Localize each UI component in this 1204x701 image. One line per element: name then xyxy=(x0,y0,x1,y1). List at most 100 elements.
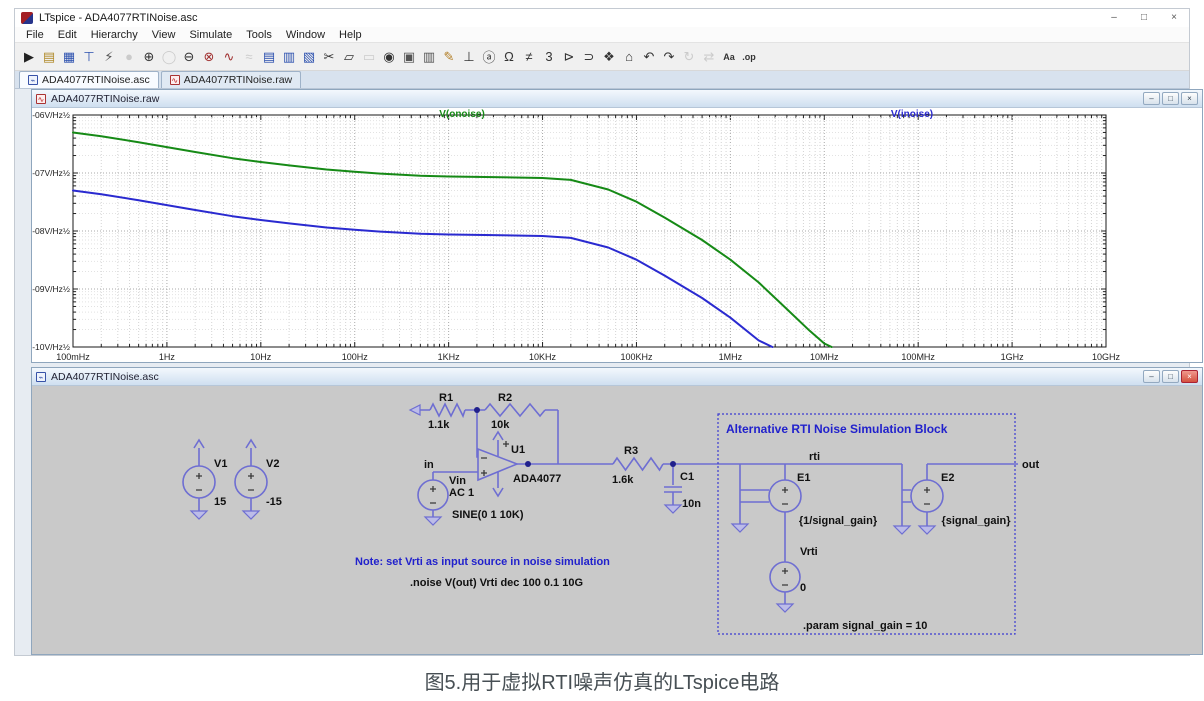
toolbar-zoom-out-button[interactable]: ⊖ xyxy=(179,45,199,68)
x-tick-label: 100MHz xyxy=(901,352,935,362)
net-label-out: out xyxy=(1022,459,1039,471)
toolbar-plot-settings-button[interactable]: ∿ xyxy=(219,45,239,68)
toolbar-tile-vertical-button[interactable]: ▥ xyxy=(279,45,299,68)
v2-name: V2 xyxy=(266,458,279,470)
toolbar-find-button[interactable]: ◉ xyxy=(379,45,399,68)
schematic-canvas[interactable]: V1 15 V2 -15 R1 1.1k R2 10k in Vin AC 1 … xyxy=(32,386,1202,654)
tab-schematic[interactable]: ⌁ ADA4077RTINoise.asc xyxy=(19,71,159,88)
junction-dot xyxy=(474,407,480,413)
toolbar-cut-button[interactable]: ✂ xyxy=(319,45,339,68)
schematic-pane-title: ADA4077RTINoise.asc xyxy=(51,371,159,383)
toolbar-tile-horizontal-button[interactable]: ▤ xyxy=(259,45,279,68)
schematic-drawing: V1 15 V2 -15 R1 1.1k R2 10k in Vin AC 1 … xyxy=(32,386,1202,652)
toolbar-redo-button[interactable]: ↷ xyxy=(659,45,679,68)
toolbar-move-button[interactable]: ❖ xyxy=(599,45,619,68)
noise-plot: 100mHz1Hz10Hz100Hz1KHz10KHz100KHz1MHz10M… xyxy=(32,108,1202,362)
toolbar-resistor-button[interactable]: Ω xyxy=(499,45,519,68)
plot-minimize-button[interactable]: – xyxy=(1143,92,1160,105)
x-tick-label: 10MHz xyxy=(810,352,839,362)
schematic-maximize-button[interactable]: □ xyxy=(1162,370,1179,383)
vrti-value: 0 xyxy=(800,582,806,594)
schematic-minimize-button[interactable]: – xyxy=(1143,370,1160,383)
toolbar-control-panel-button[interactable]: ⊤ xyxy=(79,45,99,68)
menu-view[interactable]: View xyxy=(145,29,183,41)
tab-waveform[interactable]: ∿ ADA4077RTINoise.raw xyxy=(161,71,301,88)
toolbar-text-button[interactable]: Aa xyxy=(719,45,739,68)
toolbar-ground-button[interactable]: ⊥ xyxy=(459,45,479,68)
menu-hierarchy[interactable]: Hierarchy xyxy=(84,29,145,41)
menu-edit[interactable]: Edit xyxy=(51,29,84,41)
schematic-pane-titlebar[interactable]: ⌁ ADA4077RTINoise.asc – □ × xyxy=(32,368,1202,386)
x-tick-label: 100mHz xyxy=(56,352,90,362)
menu-window[interactable]: Window xyxy=(279,29,332,41)
schematic-icon: ⌁ xyxy=(36,372,46,382)
e1-source[interactable] xyxy=(732,480,801,532)
junction-dot xyxy=(525,461,531,467)
net-label-rti: rti xyxy=(809,451,820,463)
toolbar-copy-button[interactable]: ▱ xyxy=(339,45,359,68)
plot-close-button[interactable]: × xyxy=(1181,92,1198,105)
close-button[interactable]: × xyxy=(1159,9,1189,27)
trace-label-inoise[interactable]: V(inoise) xyxy=(852,109,972,120)
ground-symbol xyxy=(665,505,681,513)
trace-label-onoise[interactable]: V(onoise) xyxy=(402,109,522,120)
window-title: LTspice - ADA4077RTINoise.asc xyxy=(39,12,198,24)
minimize-button[interactable]: – xyxy=(1099,9,1129,27)
param-directive: .param signal_gain = 10 xyxy=(803,620,927,632)
r2-resistor[interactable] xyxy=(485,404,545,416)
toolbar-inductor-button[interactable]: 3 xyxy=(539,45,559,68)
noise-directive: .noise V(out) Vrti dec 100 0.1 10G xyxy=(410,577,583,589)
toolbar-capacitor-button[interactable]: ≠ xyxy=(519,45,539,68)
u1-name: U1 xyxy=(511,444,525,456)
toolbar-copy-bitmap-button[interactable]: ▣ xyxy=(399,45,419,68)
c1-name: C1 xyxy=(680,471,694,483)
vin-source[interactable] xyxy=(418,480,448,525)
y-tick-label: 1e-06V/Hz½ xyxy=(32,110,70,120)
toolbar-zoom-in-button[interactable]: ⊕ xyxy=(139,45,159,68)
r3-value: 1.6k xyxy=(612,474,634,486)
toolbar-cascade-button[interactable]: ▧ xyxy=(299,45,319,68)
menu-file[interactable]: File xyxy=(19,29,51,41)
toolbar-zoom-full-button[interactable]: ⊗ xyxy=(199,45,219,68)
toolbar-run-button[interactable]: ▶ xyxy=(19,45,39,68)
noise-plot-canvas[interactable]: V(onoise) V(inoise) 100mHz1Hz10Hz100Hz1K… xyxy=(32,108,1202,362)
toolbar-component-button[interactable]: ⊃ xyxy=(579,45,599,68)
plot-pane-titlebar[interactable]: ∿ ADA4077RTINoise.raw – □ × xyxy=(32,90,1202,108)
vrti-source[interactable] xyxy=(770,562,800,612)
r2-value: 10k xyxy=(491,419,510,431)
toolbar-zoom-area-button: ◯ xyxy=(159,45,179,68)
e1-name: E1 xyxy=(797,472,810,484)
tab-waveform-label: ADA4077RTINoise.raw xyxy=(184,74,292,86)
toolbar-halt-button: ● xyxy=(119,45,139,68)
vin-name: Vin xyxy=(449,475,466,487)
toolbar-wire-button[interactable]: ✎ xyxy=(439,45,459,68)
window-titlebar[interactable]: LTspice - ADA4077RTINoise.asc – □ × xyxy=(15,9,1189,27)
schematic-close-button[interactable]: × xyxy=(1181,370,1198,383)
toolbar-autorange-button: ≈ xyxy=(239,45,259,68)
menu-tools[interactable]: Tools xyxy=(239,29,279,41)
toolbar-print-button[interactable]: ▥ xyxy=(419,45,439,68)
toolbar-undo-button[interactable]: ↶ xyxy=(639,45,659,68)
e2-name: E2 xyxy=(941,472,954,484)
plot-pane: ∿ ADA4077RTINoise.raw – □ × V(onoise) V(… xyxy=(31,89,1203,363)
plot-pane-controls: – □ × xyxy=(1143,92,1198,105)
toolbar-save-button[interactable]: ▦ xyxy=(59,45,79,68)
toolbar-drag-button[interactable]: ⌂ xyxy=(619,45,639,68)
ltspice-window: LTspice - ADA4077RTINoise.asc – □ × File… xyxy=(14,8,1190,656)
menu-simulate[interactable]: Simulate xyxy=(182,29,239,41)
toolbar-spice-directive-button[interactable]: .op xyxy=(739,45,759,68)
tab-schematic-label: ADA4077RTINoise.asc xyxy=(42,74,150,86)
toolbar-open-button[interactable]: ▤ xyxy=(39,45,59,68)
toolbar-diode-button[interactable]: ⊳ xyxy=(559,45,579,68)
toolbar-label-net-button[interactable]: ⓐ xyxy=(479,45,499,68)
menu-help[interactable]: Help xyxy=(332,29,369,41)
schematic-pane: ⌁ ADA4077RTINoise.asc – □ × xyxy=(31,367,1203,655)
trace-V(onoise) xyxy=(73,133,832,348)
plot-restore-button[interactable]: □ xyxy=(1162,92,1179,105)
r3-resistor[interactable] xyxy=(613,458,663,470)
toolbar-run-simulation-button[interactable]: ⚡ xyxy=(99,45,119,68)
maximize-button[interactable]: □ xyxy=(1129,9,1159,27)
ltspice-logo-icon xyxy=(21,12,33,24)
r1-resistor[interactable] xyxy=(410,404,465,416)
vrti-name: Vrti xyxy=(800,546,818,558)
